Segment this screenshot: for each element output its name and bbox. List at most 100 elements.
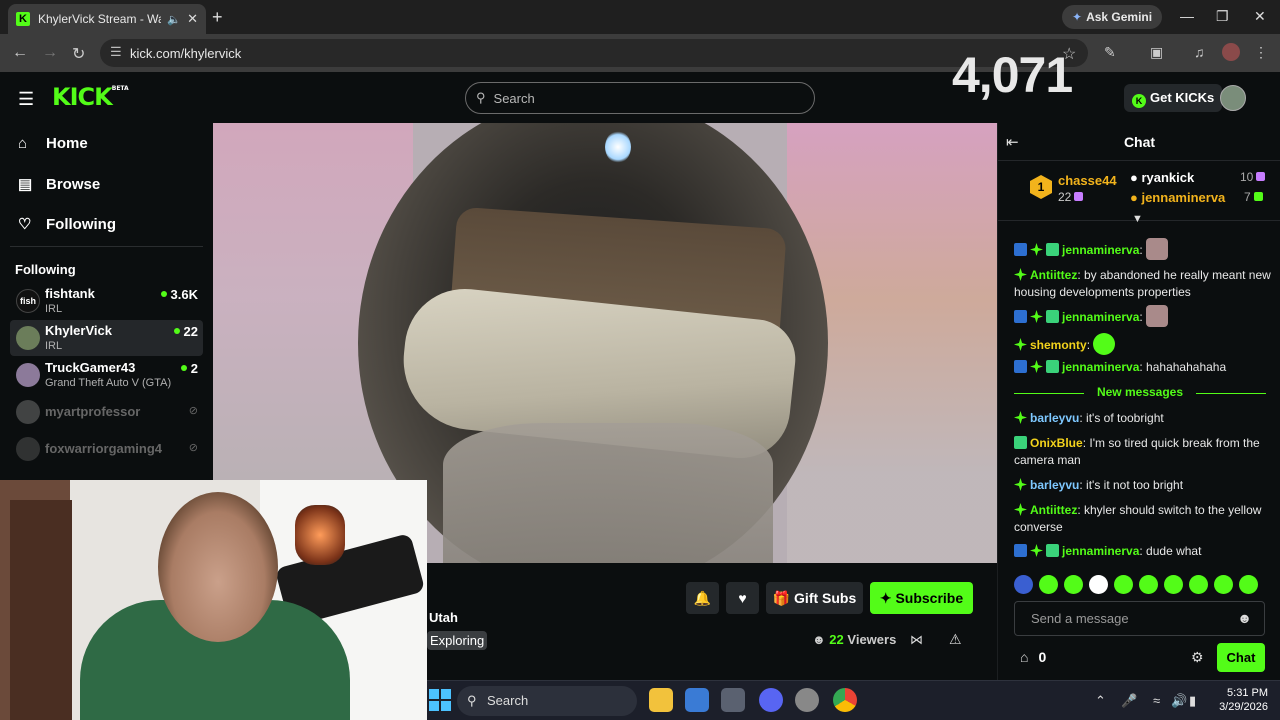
chat-message: OnixBlue: I'm so tired quick break from … [1014,436,1260,467]
windows-start-icon[interactable] [429,689,451,711]
microphone-icon[interactable]: 🎤 [1121,693,1137,709]
new-tab-icon[interactable]: + [212,7,223,28]
new-messages-divider: New messages [1014,385,1266,399]
expand-leaderboard-icon[interactable]: ▼ [1132,213,1143,225]
chat-message: Antiittez: by abandoned he really meant … [1014,268,1271,299]
emoji-picker-icon[interactable]: ☻ [1237,602,1252,635]
close-window-icon[interactable]: ✕ [1254,8,1266,25]
reload-icon[interactable]: ↻ [72,44,85,64]
wifi-icon[interactable]: ≈ [1153,693,1160,708]
windows-taskbar: ⚲ Search ⌃ 🎤 ≈ 🔊 ▮ 5:31 PM 3/29/2026 [427,680,1280,720]
sidebar-item-following[interactable]: ♡ Following [18,215,116,234]
chat-message-input[interactable]: Send a message ☻ [1014,601,1265,636]
emote-icon[interactable] [1064,575,1083,594]
back-icon[interactable]: ← [12,44,28,62]
forward-icon[interactable]: → [42,44,58,62]
speaker-icon[interactable]: 🔈 [167,13,181,26]
hamburger-menu-icon[interactable]: ☰ [18,89,34,110]
close-tab-icon[interactable]: ✕ [187,11,198,27]
notification-bell-button[interactable]: 🔔 [686,582,719,614]
app-icon[interactable] [795,688,819,712]
channel-item-myartprofessor[interactable]: myartprofessor ⊘ [10,394,203,430]
emote-icon[interactable] [1214,575,1233,594]
chat-message: jennaminerva: [1014,305,1272,327]
chrome-icon[interactable] [833,688,857,712]
channel-avatar: fish [16,289,40,313]
share-icon[interactable]: ⋈ [910,632,923,648]
sidebar-item-browse[interactable]: ▤ Browse [18,175,100,194]
video-frame-light [605,131,631,163]
cast-icon[interactable]: ▣ [1150,44,1163,61]
emote-icon[interactable] [1114,575,1133,594]
chat-header: ⇤ Chat [998,123,1280,161]
leaderboard-user[interactable]: chasse44 [1058,173,1117,188]
leaderboard-user[interactable]: ● jennaminerva [1130,190,1225,205]
webcam-door [10,500,72,720]
follow-button[interactable]: ♥ [726,582,759,614]
gift-subs-button[interactable]: 🎁 Gift Subs [766,582,863,614]
sparkle-icon: ✦ [879,590,896,606]
file-explorer-icon[interactable] [649,688,673,712]
subscribe-button[interactable]: ✦ Subscribe [870,582,973,614]
camera-icon[interactable] [721,688,745,712]
gift-icon [1074,192,1084,201]
browser-tab[interactable]: K KhylerVick Stream - Watch Live 🔈 ✕ [8,4,206,34]
sidebar-item-home[interactable]: ⌂ Home [18,135,88,152]
browser-profile-avatar[interactable] [1222,43,1240,61]
taskbar-clock[interactable]: 5:31 PM 3/29/2026 [1218,686,1268,714]
emote-icon[interactable] [1239,575,1258,594]
emote-icon[interactable] [1089,575,1108,594]
volume-icon[interactable]: 🔊 [1171,693,1187,709]
gift-leaderboard: 1 chasse44 22 ● ryankick 10 ● jennaminer… [998,161,1280,221]
chat-messages: jennaminerva: Antiittez: by abandoned he… [998,235,1280,565]
kicks-balance[interactable]: ⌂ 0 [1020,649,1046,665]
get-kicks-button[interactable]: K Get KICKs [1124,84,1223,112]
channel-item-khylervick[interactable]: KhylerVick IRL 22 [10,320,203,356]
emote-icon[interactable] [1039,575,1058,594]
site-info-icon[interactable]: ☰ [110,44,122,60]
search-bar[interactable]: ⚲ [465,82,815,114]
extensions-icon[interactable]: ✎ [1104,44,1116,61]
emote-icon[interactable] [1189,575,1208,594]
emote-icon[interactable] [1014,575,1033,594]
report-warning-icon[interactable]: ⚠ [949,631,962,648]
subscriber-badge-icon [1046,544,1059,557]
rank-badge-icon: ● [1130,170,1142,185]
category-tag[interactable]: Exploring [427,631,488,650]
live-dot-icon [180,365,187,371]
discord-icon[interactable] [759,688,783,712]
leaderboard-count: 10 [1240,170,1266,184]
taskbar-search[interactable]: ⚲ Search [457,686,637,716]
channel-avatar [16,400,40,424]
send-chat-button[interactable]: Chat [1217,643,1265,672]
minimize-icon[interactable]: — [1180,8,1194,24]
kick-logo[interactable]: KICKBETA [52,83,129,111]
menu-icon[interactable]: ⋮ [1254,44,1268,61]
subscriber-badge-icon [1046,310,1059,323]
emote-icon[interactable] [1139,575,1158,594]
battery-icon[interactable]: ▮ [1189,693,1196,709]
browser-toolbar: ← → ↻ ☰ kick.com/khylervick ✎ ▣ ♫ ⋮ [0,34,1280,72]
media-control-icon[interactable]: ♫ [1194,44,1205,60]
channel-avatar [16,326,40,350]
show-hidden-icons-icon[interactable]: ⌃ [1095,693,1106,709]
emote-icon[interactable] [1164,575,1183,594]
channel-item-truckgamer43[interactable]: TruckGamer43 Grand Theft Auto V (GTA) 2 [10,357,203,393]
sidebar-divider [10,246,203,247]
badge-icon [1014,310,1027,323]
badge-icon [1030,243,1043,256]
address-bar[interactable]: ☰ kick.com/khylervick [100,39,1088,67]
channel-item-fishtank[interactable]: fish fishtank IRL 3.6K [10,283,203,319]
user-avatar[interactable] [1220,85,1246,111]
calculator-icon[interactable] [685,688,709,712]
viewer-count: ☻ 22 Viewers [812,632,897,647]
maximize-icon[interactable]: ❐ [1216,8,1229,25]
chat-settings-gear-icon[interactable]: ⚙ [1191,649,1204,666]
webcam-microphone [295,505,345,565]
leaderboard-user[interactable]: ● ryankick [1130,170,1194,185]
store-icon: ⌂ [1020,649,1029,665]
channel-item-foxwarriorgaming4[interactable]: foxwarriorgaming4 ⊘ [10,431,203,467]
search-input[interactable] [493,90,774,106]
viewer-count-overlay: 4,071 [952,47,1073,103]
ask-gemini-button[interactable]: ✦ Ask Gemini [1062,5,1163,29]
